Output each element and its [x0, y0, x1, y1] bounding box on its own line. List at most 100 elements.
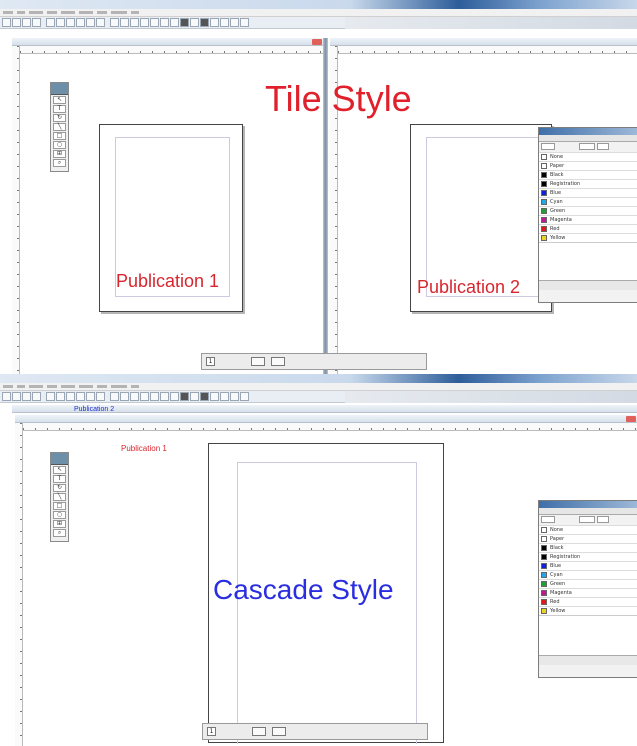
- palette-tabs[interactable]: [539, 508, 637, 515]
- swatch-name: Registration: [550, 554, 581, 560]
- swatch-row[interactable]: Blue: [539, 561, 637, 570]
- page-status-bar[interactable]: 1: [201, 353, 427, 370]
- line-tool-icon[interactable]: ╲: [53, 123, 66, 131]
- ellipse-tool-icon[interactable]: ○: [53, 511, 66, 519]
- swatch-row[interactable]: Magenta: [539, 588, 637, 597]
- color-swatch: [541, 572, 547, 578]
- palette-tabs[interactable]: [539, 135, 637, 142]
- toolbox-header: [51, 83, 68, 95]
- palette-controls[interactable]: [539, 515, 637, 525]
- vertical-ruler[interactable]: [15, 423, 23, 746]
- page-number[interactable]: 1: [206, 357, 215, 366]
- ellipse-tool-icon[interactable]: ○: [53, 141, 66, 149]
- page-status-bar[interactable]: 1: [202, 723, 428, 740]
- publication-1-label: Publication 1: [116, 271, 220, 291]
- swatch-row[interactable]: Green: [539, 579, 637, 588]
- color-swatch: [541, 536, 547, 542]
- swatch-row[interactable]: Black: [539, 170, 637, 179]
- colors-palette[interactable]: None Paper Black Registration Blue Cyan Green M…: [538, 127, 637, 303]
- close-icon[interactable]: [626, 416, 636, 422]
- swatch-name: Red: [550, 226, 560, 232]
- swatch-row[interactable]: Registration: [539, 179, 637, 188]
- palette-footer: [539, 655, 637, 665]
- color-swatch: [541, 581, 547, 587]
- close-icon[interactable]: [312, 39, 322, 45]
- text-tool-icon[interactable]: T: [53, 475, 66, 483]
- app-menubar[interactable]: [0, 383, 637, 391]
- line-tool-icon[interactable]: ╲: [53, 493, 66, 501]
- rotate-tool-icon[interactable]: ↻: [53, 114, 66, 122]
- swatch-row[interactable]: Paper: [539, 161, 637, 170]
- horizontal-ruler[interactable]: [23, 423, 637, 431]
- swatch-row[interactable]: Red: [539, 597, 637, 606]
- color-swatch: [541, 172, 547, 178]
- swatch-row[interactable]: Red: [539, 224, 637, 233]
- page-icon[interactable]: [271, 357, 285, 366]
- zoom-tool-icon[interactable]: ⌕: [53, 159, 66, 167]
- horizontal-ruler[interactable]: [338, 46, 637, 54]
- swatch-name: Black: [550, 172, 564, 178]
- color-swatch: [541, 217, 547, 223]
- page-icon[interactable]: [272, 727, 286, 736]
- page-number[interactable]: 1: [207, 727, 216, 736]
- swatch-name: Green: [550, 208, 566, 214]
- swatch-row[interactable]: Black: [539, 543, 637, 552]
- master-page-icon[interactable]: [251, 357, 265, 366]
- vertical-ruler[interactable]: [12, 46, 20, 374]
- swatch-row[interactable]: Blue: [539, 188, 637, 197]
- swatch-name: Registration: [550, 181, 581, 187]
- palette-controls[interactable]: [539, 142, 637, 152]
- swatch-name: Blue: [550, 190, 562, 196]
- swatch-list[interactable]: None Paper Black Registration Blue Cyan Green M…: [539, 152, 637, 242]
- app-menubar[interactable]: [0, 9, 637, 17]
- app-toolbar[interactable]: [0, 391, 345, 403]
- color-swatch: [541, 208, 547, 214]
- box-tool-icon[interactable]: □: [53, 132, 66, 140]
- pointer-tool-icon[interactable]: ↖: [53, 466, 66, 474]
- swatch-row[interactable]: Yellow: [539, 606, 637, 615]
- color-swatch: [541, 554, 547, 560]
- color-swatch: [541, 226, 547, 232]
- swatch-row[interactable]: Cyan: [539, 570, 637, 579]
- crop-tool-icon[interactable]: ⊞: [53, 150, 66, 158]
- swatch-name: Black: [550, 545, 564, 551]
- window-2-header[interactable]: [330, 38, 637, 46]
- swatch-name: Cyan: [550, 199, 563, 205]
- box-tool-icon[interactable]: □: [53, 502, 66, 510]
- swatch-list[interactable]: None Paper Black Registration Blue Cyan Green M…: [539, 525, 637, 615]
- app-toolbar[interactable]: [0, 17, 345, 29]
- swatch-row[interactable]: Yellow: [539, 233, 637, 242]
- swatch-row[interactable]: Registration: [539, 552, 637, 561]
- palette-title-bar[interactable]: [539, 128, 637, 135]
- master-page-icon[interactable]: [252, 727, 266, 736]
- swatch-row[interactable]: Paper: [539, 534, 637, 543]
- color-swatch: [541, 527, 547, 533]
- pointer-tool-icon[interactable]: ↖: [53, 96, 66, 104]
- swatch-row[interactable]: None: [539, 525, 637, 534]
- color-swatch: [541, 181, 547, 187]
- swatch-row[interactable]: Green: [539, 206, 637, 215]
- text-tool-icon[interactable]: T: [53, 105, 66, 113]
- window-1-header[interactable]: [12, 38, 323, 46]
- color-swatch: [541, 190, 547, 196]
- zoom-tool-icon[interactable]: ⌕: [53, 529, 66, 537]
- swatch-row[interactable]: Magenta: [539, 215, 637, 224]
- rotate-tool-icon[interactable]: ↻: [53, 484, 66, 492]
- publication-1-window-header[interactable]: [15, 415, 637, 423]
- palette-empty-area: [539, 615, 637, 655]
- palette-footer: [539, 280, 637, 290]
- swatch-row[interactable]: None: [539, 152, 637, 161]
- color-swatch: [541, 608, 547, 614]
- publication-2-tab[interactable]: Publication 2: [74, 405, 114, 414]
- swatch-name: Magenta: [550, 217, 572, 223]
- toolbox-palette[interactable]: ↖ T ↻ ╲ □ ○ ⊞ ⌕: [50, 82, 69, 172]
- crop-tool-icon[interactable]: ⊞: [53, 520, 66, 528]
- horizontal-ruler[interactable]: [20, 46, 323, 54]
- swatch-row[interactable]: Cyan: [539, 197, 637, 206]
- colors-palette[interactable]: None Paper Black Registration Blue Cyan Green M…: [538, 500, 637, 678]
- toolbox-palette[interactable]: ↖ T ↻ ╲ □ ○ ⊞ ⌕: [50, 452, 69, 542]
- cascade-style-caption: Cascade Style: [213, 574, 394, 605]
- palette-title-bar[interactable]: [539, 501, 637, 508]
- swatch-name: None: [550, 527, 564, 533]
- color-swatch: [541, 590, 547, 596]
